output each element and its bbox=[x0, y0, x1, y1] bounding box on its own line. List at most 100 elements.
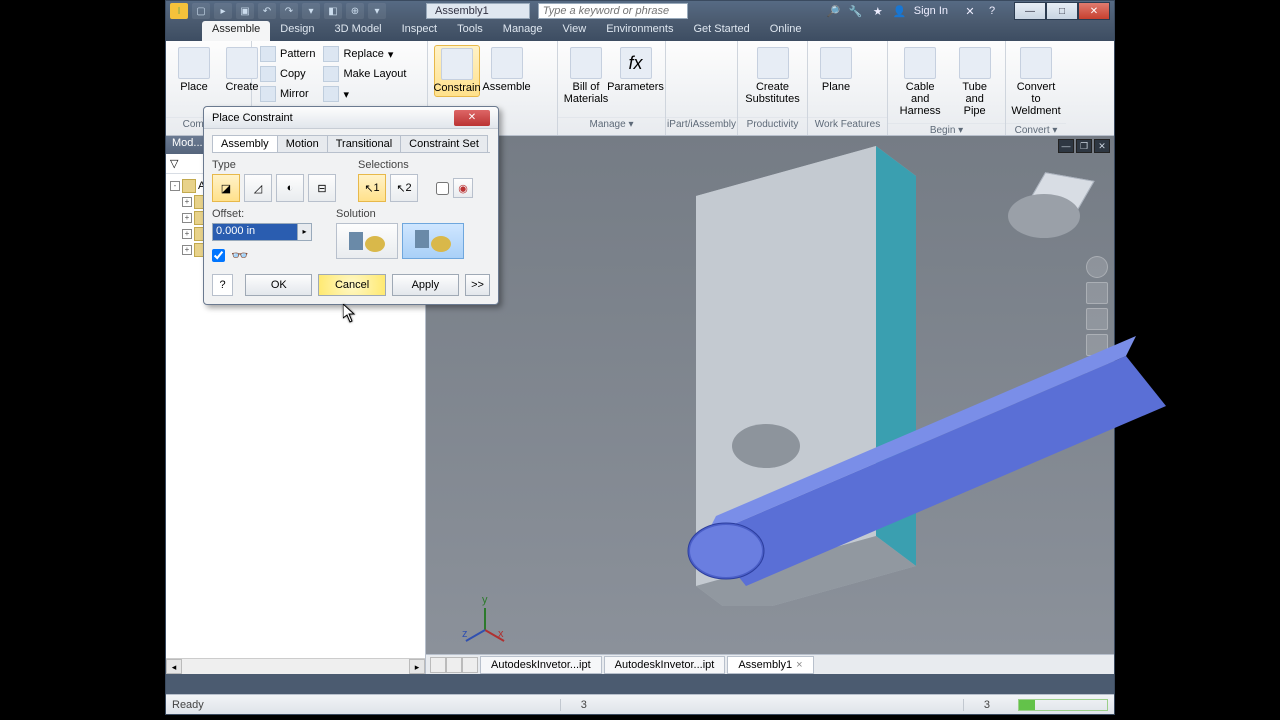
cancel-button[interactable]: Cancel bbox=[318, 274, 385, 296]
tab-inspect[interactable]: Inspect bbox=[392, 21, 447, 41]
show-preview-button[interactable]: ◉ bbox=[453, 178, 473, 198]
close-tab-icon[interactable]: × bbox=[796, 659, 802, 671]
minimize-button[interactable]: — bbox=[1014, 2, 1046, 20]
exchange-icon[interactable]: ✕ bbox=[962, 3, 978, 19]
expand-icon[interactable]: + bbox=[182, 213, 192, 223]
search-input[interactable] bbox=[538, 3, 688, 19]
create-substitutes-button[interactable]: Create Substitutes bbox=[744, 45, 801, 107]
panel-manage-label[interactable]: Manage ▾ bbox=[558, 117, 665, 135]
maximize-button[interactable]: □ bbox=[1046, 2, 1078, 20]
offset-input[interactable]: 0.000 in ▸ bbox=[212, 223, 312, 241]
undo-icon[interactable]: ↶ bbox=[258, 3, 276, 19]
qat-extra3-icon[interactable]: ▾ bbox=[368, 3, 386, 19]
dlgtab-assembly[interactable]: Assembly bbox=[212, 135, 278, 152]
home-icon[interactable] bbox=[1086, 256, 1108, 278]
zoom-icon[interactable] bbox=[1086, 308, 1108, 330]
expand-icon[interactable]: + bbox=[182, 229, 192, 239]
doctab-ctrl-icon[interactable] bbox=[430, 657, 446, 673]
dlgtab-motion[interactable]: Motion bbox=[277, 135, 328, 152]
tube-button[interactable]: Tube and Pipe bbox=[950, 45, 999, 119]
pos-extra-icon[interactable] bbox=[533, 45, 551, 63]
signin-link[interactable]: Sign In bbox=[914, 5, 948, 17]
browser-hscroll[interactable]: ◂▸ bbox=[166, 658, 425, 674]
open-icon[interactable]: ▸ bbox=[214, 3, 232, 19]
more-button[interactable]: >> bbox=[465, 274, 490, 296]
mdi-restore-icon[interactable]: ❐ bbox=[1076, 139, 1092, 153]
constrain-button[interactable]: Constrain bbox=[434, 45, 480, 97]
tab-environments[interactable]: Environments bbox=[596, 21, 683, 41]
app-menu-icon[interactable]: I bbox=[170, 3, 188, 19]
redo-icon[interactable]: ↷ bbox=[280, 3, 298, 19]
type-angle-button[interactable]: ◿ bbox=[244, 174, 272, 202]
tab-online[interactable]: Online bbox=[760, 21, 812, 41]
assemble-button[interactable]: Assemble bbox=[484, 45, 529, 95]
place-button[interactable]: Place bbox=[172, 45, 216, 95]
solution-mate-button[interactable] bbox=[336, 223, 398, 259]
preview-checkbox[interactable] bbox=[212, 249, 225, 262]
tab-view[interactable]: View bbox=[553, 21, 597, 41]
doc-tab-active[interactable]: Assembly1× bbox=[727, 656, 813, 674]
weldment-button[interactable]: Convert to Weldment bbox=[1012, 45, 1060, 119]
doc-tab[interactable]: AutodeskInvetor...ipt bbox=[480, 656, 602, 674]
expand-icon[interactable]: - bbox=[170, 181, 180, 191]
cable-button[interactable]: Cable and Harness bbox=[894, 45, 946, 119]
doctab-ctrl-icon[interactable] bbox=[462, 657, 478, 673]
type-insert-button[interactable]: ⊟ bbox=[308, 174, 336, 202]
scroll-right-icon[interactable]: ▸ bbox=[409, 659, 425, 674]
ok-button[interactable]: OK bbox=[245, 274, 312, 296]
cursor-icon: ↖ bbox=[364, 182, 373, 195]
tab-getstarted[interactable]: Get Started bbox=[683, 21, 759, 41]
tab-tools[interactable]: Tools bbox=[447, 21, 493, 41]
qat-extra1-icon[interactable]: ◧ bbox=[324, 3, 342, 19]
pick-part-checkbox[interactable] bbox=[436, 182, 449, 195]
extra-button[interactable]: ▾ bbox=[321, 85, 408, 103]
expand-icon[interactable]: + bbox=[182, 197, 192, 207]
new-icon[interactable]: ▢ bbox=[192, 3, 210, 19]
dlgtab-transitional[interactable]: Transitional bbox=[327, 135, 401, 152]
dialog-footer: ? OK Cancel Apply >> bbox=[212, 274, 490, 296]
pattern-button[interactable]: Pattern bbox=[258, 45, 317, 63]
pan-icon[interactable] bbox=[1086, 282, 1108, 304]
scroll-left-icon[interactable]: ◂ bbox=[166, 659, 182, 674]
mdi-minimize-icon[interactable]: — bbox=[1058, 139, 1074, 153]
dialog-help-button[interactable]: ? bbox=[212, 274, 233, 296]
mirror-button[interactable]: Mirror bbox=[258, 85, 317, 103]
qat-extra2-icon[interactable]: ⊕ bbox=[346, 3, 364, 19]
offset-value[interactable]: 0.000 in bbox=[213, 224, 297, 240]
close-button[interactable]: ✕ bbox=[1078, 2, 1110, 20]
tab-manage[interactable]: Manage bbox=[493, 21, 553, 41]
bom-button[interactable]: Bill of Materials bbox=[564, 45, 608, 107]
apply-button[interactable]: Apply bbox=[392, 274, 459, 296]
binoculars-icon[interactable]: 🔎 bbox=[826, 3, 842, 19]
doc-tab[interactable]: AutodeskInvetor...ipt bbox=[604, 656, 726, 674]
help-icon[interactable]: ? bbox=[984, 3, 1000, 19]
tab-design[interactable]: Design bbox=[270, 21, 324, 41]
mdi-close-icon[interactable]: ✕ bbox=[1094, 139, 1110, 153]
tab-assemble[interactable]: Assemble bbox=[202, 21, 270, 41]
selection-1-button[interactable]: ↖1 bbox=[358, 174, 386, 202]
doctab-ctrl-icon[interactable] bbox=[446, 657, 462, 673]
dlgtab-constraintset[interactable]: Constraint Set bbox=[400, 135, 488, 152]
offset-dropdown-icon[interactable]: ▸ bbox=[297, 224, 311, 240]
plane-button[interactable]: Plane bbox=[814, 45, 858, 95]
viewport[interactable]: — ❐ ✕ bbox=[426, 136, 1114, 674]
panel-convert-label[interactable]: Convert ▾ bbox=[1006, 123, 1066, 136]
star-icon[interactable]: ★ bbox=[870, 3, 886, 19]
dialog-close-button[interactable]: ✕ bbox=[454, 110, 490, 126]
solution-flush-button[interactable] bbox=[402, 223, 464, 259]
tab-3dmodel[interactable]: 3D Model bbox=[325, 21, 392, 41]
replace-button[interactable]: Replace▾ bbox=[321, 45, 408, 63]
expand-icon[interactable]: + bbox=[182, 245, 192, 255]
copy-button[interactable]: Copy bbox=[258, 65, 317, 83]
user-icon[interactable]: 👤 bbox=[892, 3, 908, 19]
selection-2-button[interactable]: ↖2 bbox=[390, 174, 418, 202]
key-icon[interactable]: 🔧 bbox=[848, 3, 864, 19]
qat-more-icon[interactable]: ▾ bbox=[302, 3, 320, 19]
parameters-button[interactable]: fxParameters bbox=[612, 45, 659, 95]
save-icon[interactable]: ▣ bbox=[236, 3, 254, 19]
type-mate-button[interactable]: ◪ bbox=[212, 174, 240, 202]
makelayout-button[interactable]: Make Layout bbox=[321, 65, 408, 83]
dialog-titlebar[interactable]: Place Constraint ✕ bbox=[204, 107, 498, 129]
panel-begin-label[interactable]: Begin ▾ bbox=[888, 123, 1005, 136]
type-tangent-button[interactable]: ◐ bbox=[276, 174, 304, 202]
